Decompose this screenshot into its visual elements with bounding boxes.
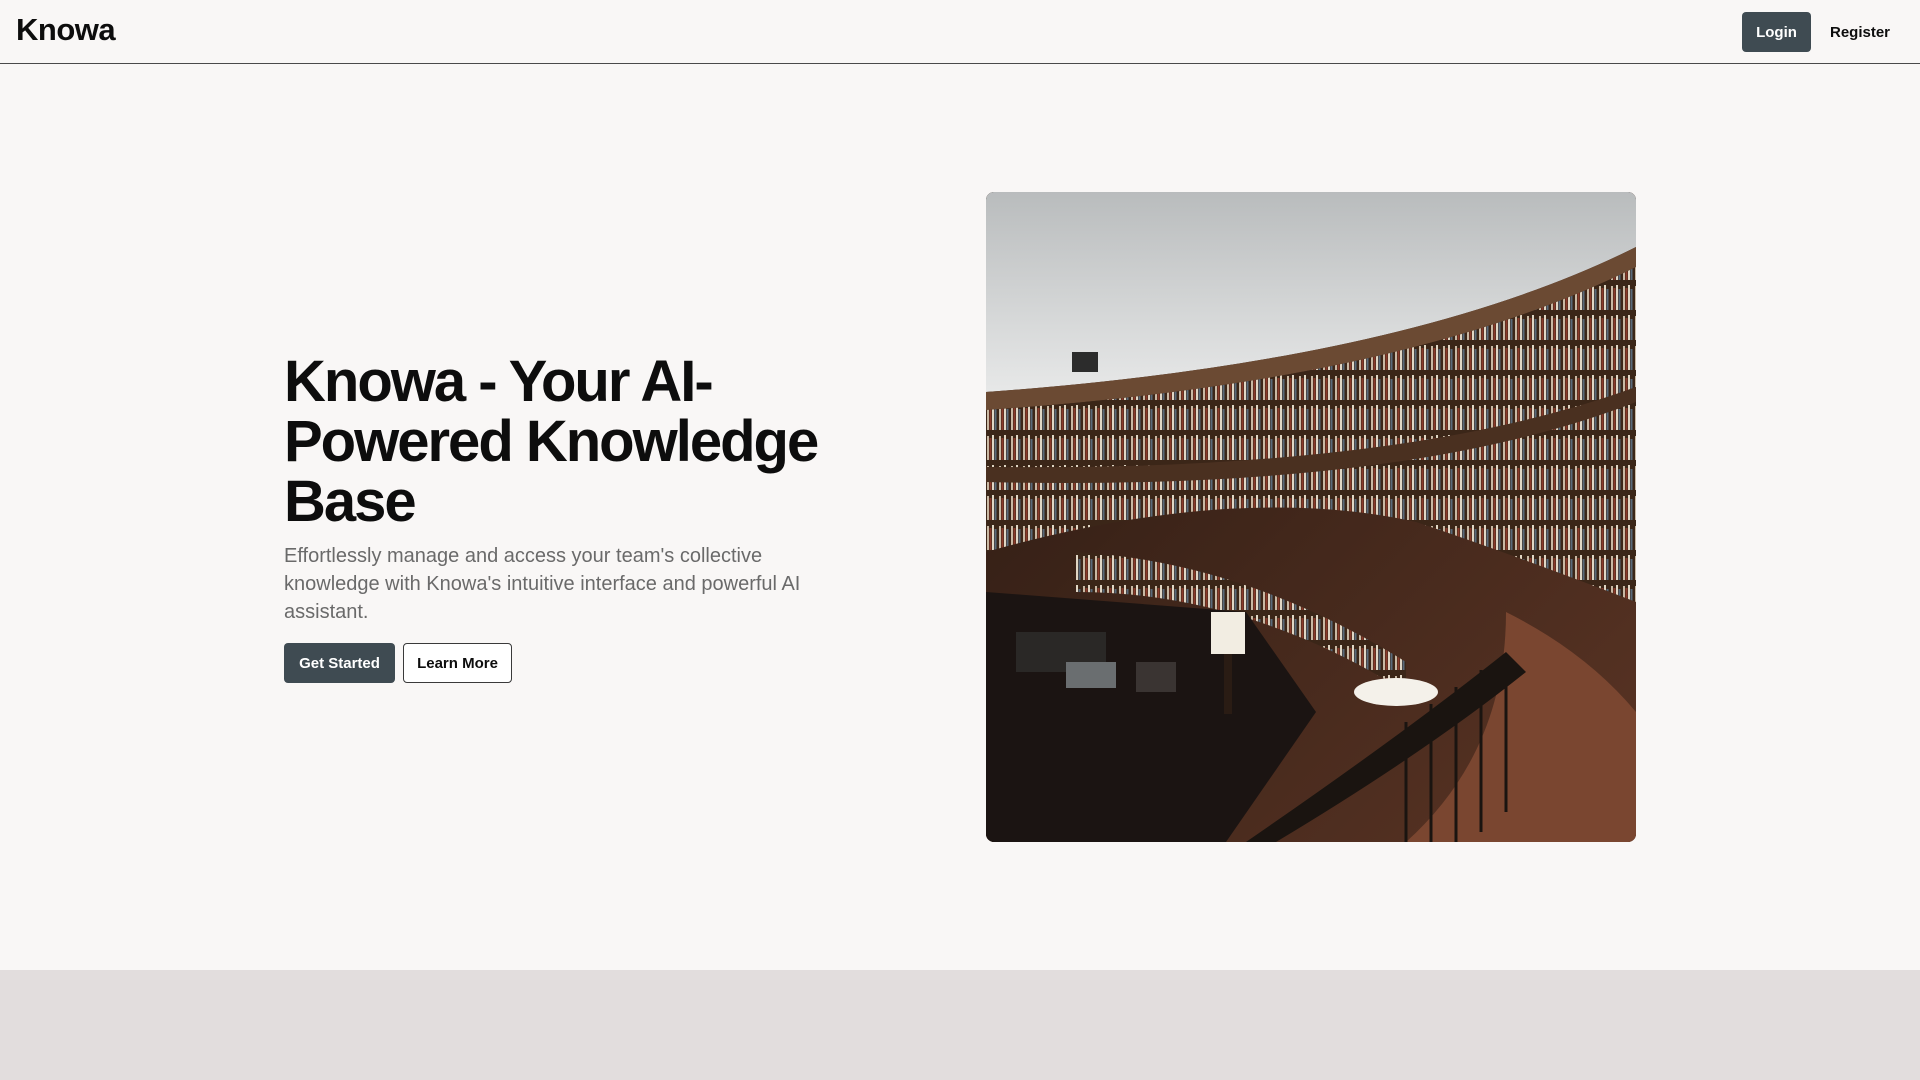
hero-section: Knowa - Your AI-Powered Knowledge Base E… xyxy=(284,352,854,683)
get-started-button[interactable]: Get Started xyxy=(284,643,395,683)
site-header: Knowa Login Register xyxy=(0,0,1920,64)
brand-logo[interactable]: Knowa xyxy=(16,12,116,48)
login-button[interactable]: Login xyxy=(1742,12,1811,52)
hero-actions: Get Started Learn More xyxy=(284,643,854,683)
library-illustration xyxy=(986,192,1636,842)
hero-subtitle: Effortlessly manage and access your team… xyxy=(284,545,801,623)
lower-section-band xyxy=(0,970,1920,1080)
register-button[interactable]: Register xyxy=(1818,12,1902,52)
library-hero-image xyxy=(986,192,1636,842)
hero-title: Knowa - Your AI-Powered Knowledge Base xyxy=(284,349,819,534)
learn-more-button[interactable]: Learn More xyxy=(403,643,512,683)
